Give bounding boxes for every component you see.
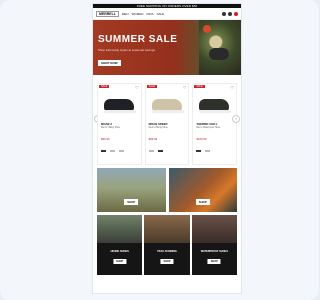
- nav-link-kids[interactable]: KIDS: [146, 12, 153, 16]
- color-swatch[interactable]: [148, 150, 154, 152]
- color-swatch[interactable]: [101, 150, 106, 152]
- shoe-sole: [151, 110, 184, 113]
- brand-logo[interactable]: MERRELL: [96, 10, 119, 17]
- color-swatch[interactable]: [157, 150, 163, 152]
- category-image: [144, 215, 190, 243]
- category-shop-button[interactable]: SHOP: [207, 259, 221, 264]
- nav-link-women[interactable]: WOMEN: [132, 12, 144, 16]
- category-tile[interactable]: HIKING SHOES SHOP: [97, 215, 143, 275]
- sale-badge: SALE: [146, 85, 158, 88]
- color-swatch[interactable]: [196, 150, 202, 152]
- category-tile[interactable]: WATERPROOF SHOES SHOP: [191, 215, 237, 275]
- boot-image: [209, 48, 229, 60]
- sale-badge: SALE: [99, 85, 110, 88]
- campfire-image: [203, 25, 211, 33]
- category-image: [97, 215, 143, 243]
- product-carousel: ‹ SALE ♡ MOAB 3 Men's Hiking Shoe $99.99…: [93, 75, 241, 166]
- hero-banner: SUMMER SALE Shop trail-ready styles at s…: [93, 20, 241, 75]
- category-name: HIKING SHOES: [110, 250, 129, 253]
- category-image: [191, 215, 237, 243]
- color-swatch[interactable]: [110, 150, 115, 152]
- cart-icon[interactable]: [234, 11, 238, 16]
- nav-link-sale[interactable]: SALE: [156, 12, 164, 16]
- wishlist-icon[interactable]: ♡: [135, 85, 139, 90]
- category-shop-button[interactable]: SHOP: [113, 259, 127, 264]
- color-swatches: [196, 150, 211, 152]
- hero-image: [199, 20, 241, 75]
- feature-banners: SHOP SHOP: [93, 168, 241, 212]
- product-description: Men's Hiking Shoe: [148, 127, 168, 129]
- color-swatch[interactable]: [205, 150, 211, 152]
- wishlist-icon[interactable]: ♡: [230, 85, 234, 90]
- shoe-sole: [104, 110, 136, 113]
- category-name: TRAIL RUNNING: [157, 250, 177, 253]
- site-navigation: MERRELL MEN WOMEN KIDS SALE: [93, 8, 241, 20]
- nav-icons: [222, 11, 238, 16]
- product-price: $99.99: [101, 137, 110, 141]
- category-tile[interactable]: TRAIL RUNNING SHOP: [144, 215, 190, 275]
- banner-shop-button[interactable]: SHOP: [124, 199, 139, 205]
- sale-badge: SALE: [194, 85, 205, 88]
- color-swatches: [148, 150, 163, 152]
- category-name: WATERPROOF SHOES: [200, 250, 228, 253]
- product-name: MOAB 3: [101, 122, 112, 126]
- banner-shop-button[interactable]: SHOP: [195, 199, 210, 205]
- search-icon[interactable]: [222, 11, 226, 16]
- hero-title: SUMMER SALE: [98, 34, 178, 45]
- website-screenshot[interactable]: FREE SHIPPING ON ORDERS OVER $50 MERRELL…: [93, 4, 241, 293]
- wishlist-icon[interactable]: ♡: [183, 85, 187, 90]
- shoe-sole: [199, 110, 232, 113]
- feature-banner-left[interactable]: SHOP: [97, 168, 166, 212]
- hero-subtitle: Shop trail-ready styles at seasonal savi…: [98, 48, 156, 52]
- product-card[interactable]: SALE ♡ MOAB 3 Men's Hiking Shoe $99.99: [97, 83, 142, 165]
- product-description: Men's Hiking Shoe: [101, 127, 121, 129]
- preview-card: FREE SHIPPING ON ORDERS OVER $50 MERRELL…: [0, 0, 319, 300]
- product-name: MOAB SPEED: [148, 122, 168, 126]
- color-swatches: [101, 150, 124, 152]
- product-price: $89.99: [148, 137, 158, 141]
- category-tiles: HIKING SHOES SHOP TRAIL RUNNING SHOP WAT…: [93, 215, 241, 275]
- product-card[interactable]: SALE ♡ THERMO CHILL Men's Waterproof Sho…: [192, 83, 238, 165]
- promo-text: FREE SHIPPING ON ORDERS OVER $50: [136, 4, 198, 8]
- carousel-next-button[interactable]: ›: [232, 115, 240, 123]
- color-swatch[interactable]: [119, 150, 124, 152]
- nav-link-men[interactable]: MEN: [122, 12, 129, 16]
- product-name: THERMO CHILL: [196, 122, 218, 126]
- hero-shop-button[interactable]: SHOP NOW: [98, 60, 121, 66]
- feature-banner-right[interactable]: SHOP: [168, 168, 237, 212]
- product-card[interactable]: SALE ♡ MOAB SPEED Men's Hiking Shoe $89.…: [144, 83, 190, 165]
- account-icon[interactable]: [228, 11, 232, 16]
- product-description: Men's Waterproof Shoe: [196, 127, 221, 129]
- product-price: $109.99: [196, 137, 207, 141]
- category-shop-button[interactable]: SHOP: [160, 259, 174, 264]
